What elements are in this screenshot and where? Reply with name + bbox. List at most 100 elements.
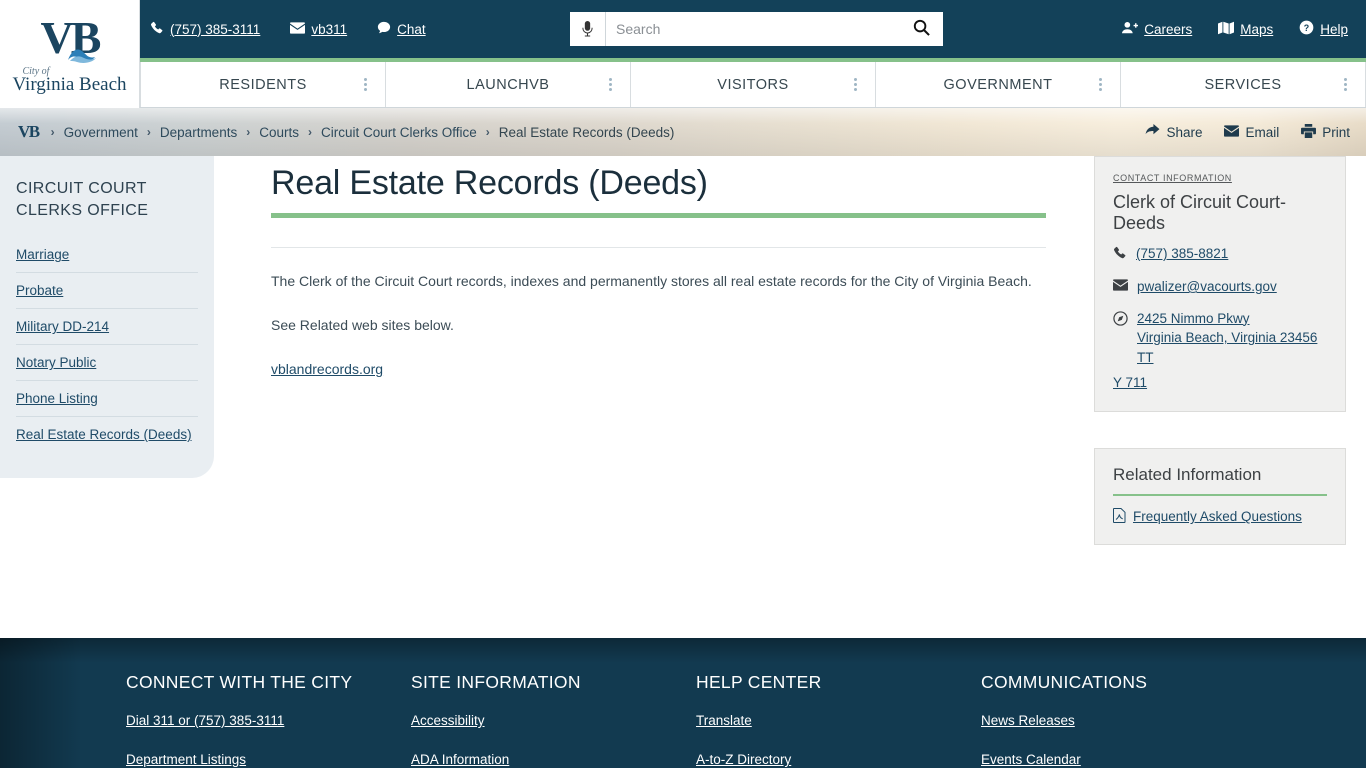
nav-more-dots-icon[interactable] [609,78,612,91]
utility-link-chat-label: Chat [397,21,426,37]
sidebar-item-military-dd-214[interactable]: Military DD-214 [16,309,198,346]
contact-phone-row[interactable]: (757) 385-8821 [1113,244,1327,265]
nav-item-visitors[interactable]: VISITORS [631,62,876,107]
breadcrumb-item-departments[interactable]: Departments [160,125,237,140]
utility-link-help-label: Help [1320,21,1348,37]
footer-link-news-releases[interactable]: News Releases [981,713,1147,728]
share-icon [1145,124,1160,140]
contact-card-heading: Clerk of Circuit Court-Deeds [1113,192,1287,233]
utility-link-maps[interactable]: Maps [1218,21,1273,38]
print-button[interactable]: Print [1301,123,1350,141]
page-actions: Share Email Print [1145,123,1350,141]
search-submit-button[interactable] [899,12,943,46]
search-bar [570,12,943,46]
nav-item-launchvb[interactable]: LAUNCHVB [386,62,631,107]
nav-more-dots-icon[interactable] [364,78,367,91]
contact-email-link[interactable]: pwalizer@vacourts.gov [1137,277,1277,297]
breadcrumb-item-government[interactable]: Government [64,125,138,140]
email-button[interactable]: Email [1224,125,1279,140]
footer-heading-site-information: SITE INFORMATION [411,672,581,692]
vblandrecords-link[interactable]: vblandrecords.org [271,361,383,377]
footer-link-dial-311[interactable]: Dial 311 or (757) 385-3111 [126,713,411,728]
body-paragraph-1: The Clerk of the Circuit Court records, … [271,273,1032,289]
page-title: Real Estate Records (Deeds) [271,164,708,202]
nav-item-launchvb-label: LAUNCHVB [466,76,550,93]
utility-link-chat[interactable]: Chat [377,21,426,38]
utility-link-careers-label: Careers [1144,21,1193,37]
nav-item-government[interactable]: GOVERNMENT [876,62,1121,107]
title-accent-rule [271,213,1046,218]
sidebar-item-real-estate-records[interactable]: Real Estate Records (Deeds) [16,417,198,452]
nav-item-government-label: GOVERNMENT [943,76,1053,93]
phone-icon [150,21,164,38]
breadcrumb-item-circuit-court-clerks-office[interactable]: Circuit Court Clerks Office [321,125,477,140]
footer-column-site-information: SITE INFORMATION Accessibility ADA Infor… [411,672,696,768]
breadcrumb-separator: › [485,125,490,139]
envelope-icon [1113,277,1128,296]
printer-icon [1301,123,1317,141]
footer-link-a-to-z-directory[interactable]: A-to-Z Directory [696,752,981,767]
pdf-file-icon [1113,507,1126,526]
sidebar-item-notary-public[interactable]: Notary Public [16,345,198,382]
breadcrumb-separator: › [50,125,55,139]
footer-heading-help-center: HELP CENTER [696,672,822,692]
sidebar-item-probate[interactable]: Probate [16,273,198,310]
footer-link-events-calendar[interactable]: Events Calendar [981,752,1147,767]
envelope-icon [1224,124,1240,140]
contact-information-card: CONTACT INFORMATION Clerk of Circuit Cou… [1094,156,1346,412]
breadcrumb-item-courts[interactable]: Courts [259,125,299,140]
sidebar-title: CIRCUIT COURT CLERKS OFFICE [16,180,149,219]
footer-link-ada-information[interactable]: ADA Information [411,752,696,767]
contact-address-row[interactable]: 2425 Nimmo Pkwy Virginia Beach, Virginia… [1113,309,1327,368]
footer-link-department-listings[interactable]: Department Listings [126,752,411,767]
nav-item-residents[interactable]: RESIDENTS [140,62,386,107]
contact-address-line-2[interactable]: Virginia Beach, Virginia 23456 TT [1137,330,1317,365]
phone-icon [1113,244,1127,265]
share-button[interactable]: Share [1145,124,1202,140]
logo-city-name: Virginia Beach [12,73,127,95]
search-icon [913,19,930,39]
contact-phone-link[interactable]: (757) 385-8821 [1136,244,1228,264]
map-icon [1218,21,1235,38]
nav-more-dots-icon[interactable] [1099,78,1102,91]
breadcrumb: › Government › Departments › Courts › Ci… [51,125,675,140]
breadcrumb-home-icon[interactable]: VB [18,122,40,142]
contact-address-line-3[interactable]: Y 711 [1113,373,1327,393]
utility-link-careers[interactable]: Careers [1122,21,1192,37]
contact-email-row[interactable]: pwalizer@vacourts.gov [1113,277,1327,297]
utility-link-maps-label: Maps [1240,21,1274,37]
email-button-label: Email [1245,124,1280,140]
compass-icon [1113,309,1128,331]
top-utility-bar: VB City of Virginia Beach (757) 385-3111 [0,0,1366,108]
utility-link-phone-label: (757) 385-3111 [170,21,261,37]
breadcrumb-separator: › [246,125,251,139]
microphone-icon[interactable] [570,12,606,46]
related-link-faq-label: Frequently Asked Questions [1133,509,1302,525]
footer-heading-connect: CONNECT WITH THE CITY [126,672,353,692]
sidebar-item-phone-listing[interactable]: Phone Listing [16,381,198,418]
search-input[interactable] [606,12,899,46]
breadcrumb-item-current: Real Estate Records (Deeds) [498,124,675,140]
related-link-faq[interactable]: Frequently Asked Questions [1113,507,1327,526]
site-footer: CONNECT WITH THE CITY Dial 311 or (757) … [0,638,1366,768]
footer-link-translate[interactable]: Translate [696,713,981,728]
nav-item-services[interactable]: SERVICES [1121,62,1366,107]
contact-address-line-1[interactable]: 2425 Nimmo Pkwy [1137,311,1250,326]
footer-link-accessibility[interactable]: Accessibility [411,713,696,728]
svg-text:?: ? [1304,23,1309,33]
utility-link-phone[interactable]: (757) 385-3111 [150,21,260,38]
share-button-label: Share [1166,124,1203,140]
footer-column-help-center: HELP CENTER Translate A-to-Z Directory V… [696,672,981,768]
breadcrumb-bar: VB › Government › Departments › Courts ›… [0,108,1366,156]
related-card-heading: Related Information [1113,465,1327,496]
nav-more-dots-icon[interactable] [1344,78,1347,91]
nav-item-residents-label: RESIDENTS [219,76,307,93]
nav-more-dots-icon[interactable] [854,78,857,91]
site-logo[interactable]: VB City of Virginia Beach [0,0,140,108]
user-plus-icon [1122,21,1139,37]
utility-link-help[interactable]: ? Help [1299,20,1348,38]
footer-column-connect: CONNECT WITH THE CITY Dial 311 or (757) … [126,672,411,768]
utility-link-vb311[interactable]: vb311 [290,22,347,37]
nav-item-visitors-label: VISITORS [717,76,789,93]
sidebar-item-marriage[interactable]: Marriage [16,237,198,274]
